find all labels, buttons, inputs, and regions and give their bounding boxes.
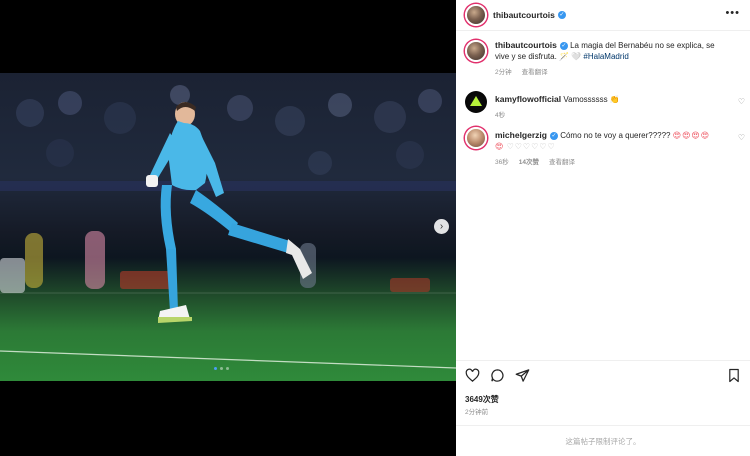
caption-username[interactable]: thibautcourtois [495,40,557,50]
like-count[interactable]: 3649次赞 [465,394,499,405]
carousel-indicator [214,367,229,370]
heart-icon[interactable] [465,368,480,383]
comment-meta: 36秒 14次赞 查看翻译 [495,157,719,168]
next-arrow-icon[interactable]: › [434,219,449,234]
verified-icon: ✓ [549,131,558,140]
comment-item: michelgerzig ✓ Cómo no te voy a querer???… [465,127,747,168]
comments-disabled-notice: 这篇帖子限制评论了。 [456,425,750,456]
comment-content: Vamossssss 👏 [563,95,620,104]
heart-icon[interactable]: ♡ [738,97,745,106]
comment-time: 36秒 [495,159,509,166]
comment-time: 4秒 [495,112,506,119]
commenter-username[interactable]: michelgerzig [495,130,547,140]
comment-text: michelgerzig ✓ Cómo no te voy a querer???… [495,130,719,152]
instagram-post-modal: › thibautcourtois ✓ ••• thibautcourtois ✓… [0,0,750,456]
verified-icon: ✓ [559,41,568,50]
comment-meta: 4秒 [495,110,719,121]
post-details-panel: thibautcourtois ✓ ••• thibautcourtois ✓ L… [456,0,750,456]
verified-icon: ✓ [557,11,566,19]
carousel-dot [214,367,217,370]
caption: thibautcourtois ✓ La magia del Bernabéu n… [465,40,747,78]
author-username[interactable]: thibautcourtois [493,10,555,20]
comment-likes[interactable]: 14次赞 [519,157,539,168]
caption-time: 2分钟 [495,69,512,76]
carousel-dot [226,367,229,370]
see-translation-link[interactable]: 查看翻译 [549,157,575,168]
caption-text: thibautcourtois ✓ La magia del Bernabéu n… [495,40,719,62]
author-avatar[interactable] [465,40,487,62]
comment-body: kamyflowofficial Vamossssss 👏 4秒 [495,91,719,121]
share-icon[interactable] [515,368,530,383]
comment-hearts: ♡♡♡♡♡♡ [506,142,556,151]
comment-icon[interactable] [490,368,505,383]
hashtag-link[interactable]: #HalaMadrid [583,52,628,61]
post-header: thibautcourtois ✓ ••• [456,0,750,31]
comment-item: kamyflowofficial Vamossssss 👏 4秒 ♡ [465,91,747,121]
post-actions: 3649次赞 2分钟前 这篇帖子限制评论了。 [456,360,750,456]
caption-meta: 2分钟 查看翻译 [495,67,719,78]
action-buttons [465,368,530,383]
commenter-avatar[interactable] [465,127,487,149]
comment-body: michelgerzig ✓ Cómo no te voy a querer???… [495,127,719,168]
comment-content: Cómo no te voy a querer????? [560,131,671,140]
heart-icon[interactable]: ♡ [738,133,745,142]
commenter-avatar[interactable] [465,91,487,113]
post-time: 2分钟前 [465,409,489,416]
more-options-icon[interactable]: ••• [725,8,740,19]
author-avatar[interactable] [465,4,487,26]
commenter-username[interactable]: kamyflowofficial [495,94,561,104]
see-translation-link[interactable]: 查看翻译 [522,67,548,78]
carousel-dot [220,367,223,370]
post-media: › [0,0,456,456]
post-photo [0,73,456,381]
caption-body: thibautcourtois ✓ La magia del Bernabéu n… [495,40,719,78]
bookmark-icon[interactable] [728,368,740,383]
comment-text: kamyflowofficial Vamossssss 👏 [495,94,719,105]
